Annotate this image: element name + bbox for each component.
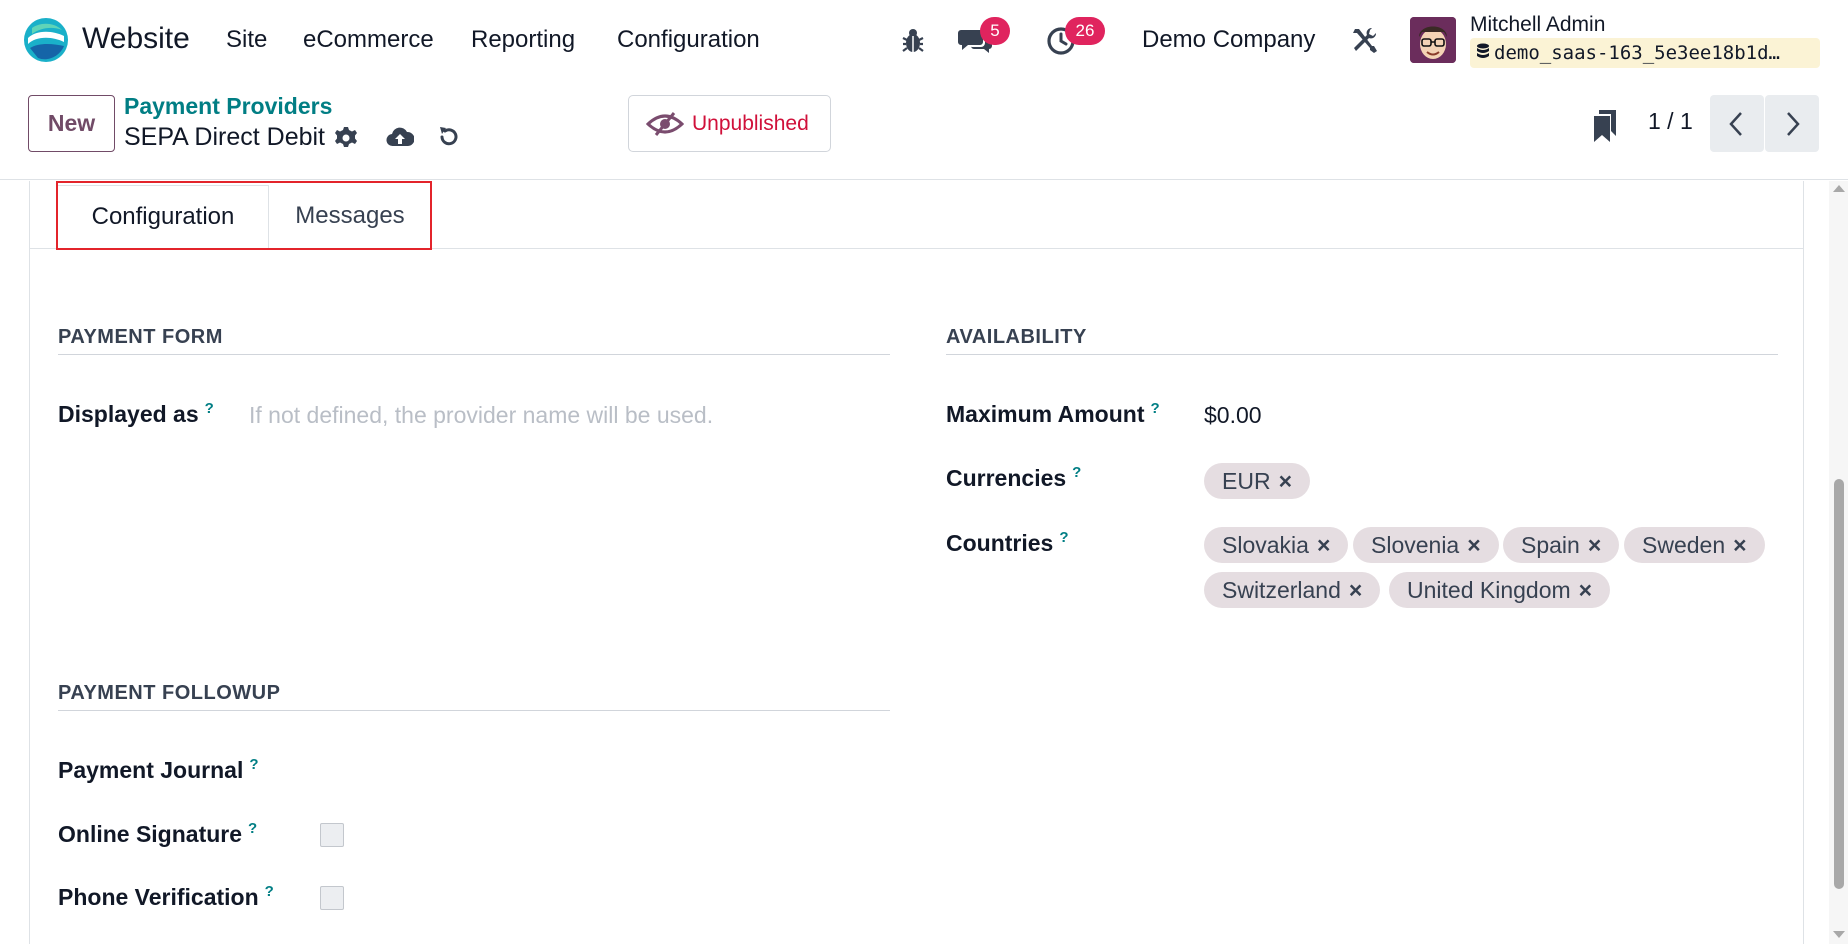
- scroll-up-arrow-icon[interactable]: [1833, 185, 1845, 192]
- help-icon[interactable]: ?: [265, 883, 274, 900]
- menu-ecommerce[interactable]: eCommerce: [303, 26, 434, 54]
- tab-messages[interactable]: Messages: [270, 185, 430, 249]
- help-icon[interactable]: ?: [248, 820, 257, 837]
- online-signature-label: Online Signature?: [58, 820, 257, 848]
- developer-tools-icon[interactable]: [1350, 26, 1378, 54]
- country-tag-slovenia: Slovenia ×: [1353, 527, 1499, 563]
- eye-slash-icon: [646, 112, 684, 136]
- tag-label: EUR: [1222, 468, 1271, 494]
- country-tag-switzerland: Switzerland ×: [1204, 572, 1381, 608]
- phone-verification-checkbox[interactable]: [320, 886, 344, 910]
- website-app-logo[interactable]: [22, 16, 70, 64]
- pager-next-button[interactable]: [1765, 95, 1819, 152]
- bookmarks-icon[interactable]: [1592, 110, 1618, 142]
- scroll-down-arrow-icon[interactable]: [1833, 931, 1845, 938]
- online-signature-checkbox[interactable]: [320, 823, 344, 847]
- help-icon[interactable]: ?: [1059, 529, 1068, 546]
- form-sheet: Configuration Messages PAYMENT FORM Disp…: [29, 181, 1804, 944]
- help-icon[interactable]: ?: [205, 400, 214, 417]
- maximum-amount-label-text: Maximum Amount: [946, 401, 1145, 427]
- notebook-tabs: Configuration Messages: [30, 181, 1803, 249]
- help-icon[interactable]: ?: [1151, 400, 1160, 417]
- payment-form-section-title: PAYMENT FORM: [58, 326, 223, 348]
- maximum-amount-label: Maximum Amount?: [946, 400, 1160, 428]
- payment-followup-divider: [58, 710, 890, 711]
- tag-remove-icon[interactable]: ×: [1317, 532, 1330, 558]
- control-panel: New Payment Providers SEPA Direct Debit …: [0, 80, 1848, 180]
- phone-verification-label: Phone Verification?: [58, 883, 274, 911]
- payment-followup-section-title: PAYMENT FOLLOWUP: [58, 682, 281, 704]
- country-tag-united-kingdom: United Kingdom ×: [1389, 572, 1611, 608]
- tag-label: Slovakia: [1222, 532, 1309, 558]
- tag-label: Slovenia: [1371, 532, 1460, 558]
- scrollbar-thumb[interactable]: [1834, 479, 1844, 889]
- tag-remove-icon[interactable]: ×: [1349, 577, 1362, 603]
- database-name: demo_saas-163_5e3ee18b1d…: [1494, 42, 1780, 64]
- record-title: SEPA Direct Debit: [124, 123, 326, 151]
- online-signature-label-text: Online Signature: [58, 821, 243, 847]
- tag-remove-icon[interactable]: ×: [1733, 532, 1746, 558]
- save-cloud-upload-icon[interactable]: [386, 126, 414, 148]
- help-icon[interactable]: ?: [1072, 464, 1081, 481]
- company-switcher[interactable]: Demo Company: [1142, 26, 1315, 54]
- payment-journal-label: Payment Journal?: [58, 756, 259, 784]
- tag-remove-icon[interactable]: ×: [1467, 532, 1480, 558]
- pager-value[interactable]: 1 / 1: [1648, 108, 1693, 135]
- payment-form-divider: [58, 354, 890, 355]
- tag-remove-icon[interactable]: ×: [1279, 468, 1292, 494]
- publish-status-label: Unpublished: [692, 112, 809, 135]
- tag-remove-icon[interactable]: ×: [1588, 532, 1601, 558]
- tag-label: United Kingdom: [1407, 577, 1571, 603]
- displayed-as-input[interactable]: If not defined, the provider name will b…: [249, 402, 713, 429]
- currency-tag-eur: EUR ×: [1204, 463, 1310, 499]
- menu-reporting[interactable]: Reporting: [471, 26, 575, 54]
- database-icon: [1477, 43, 1489, 58]
- menu-site[interactable]: Site: [226, 26, 267, 54]
- chevron-right-icon: [1787, 112, 1800, 136]
- country-tag-slovakia: Slovakia ×: [1204, 527, 1349, 563]
- countries-label: Countries?: [946, 529, 1069, 557]
- tag-remove-icon[interactable]: ×: [1579, 577, 1592, 603]
- breadcrumb-payment-providers[interactable]: Payment Providers: [124, 93, 332, 120]
- activities-count-badge: 26: [1065, 17, 1105, 45]
- tag-label: Sweden: [1642, 532, 1726, 558]
- new-button[interactable]: New: [28, 95, 115, 152]
- tag-label: Switzerland: [1222, 577, 1341, 603]
- chevron-left-icon: [1729, 112, 1742, 136]
- currencies-label: Currencies?: [946, 464, 1081, 492]
- country-tag-spain: Spain ×: [1503, 527, 1620, 563]
- page-scrollbar[interactable]: [1829, 181, 1848, 944]
- maximum-amount-input[interactable]: $0.00: [1204, 402, 1262, 429]
- menu-configuration[interactable]: Configuration: [617, 26, 760, 54]
- unpublished-toggle-button[interactable]: Unpublished: [628, 95, 831, 152]
- discard-undo-icon[interactable]: [437, 125, 461, 149]
- user-name[interactable]: Mitchell Admin: [1470, 13, 1605, 37]
- help-icon[interactable]: ?: [249, 756, 258, 773]
- displayed-as-label: Displayed as?: [58, 400, 214, 428]
- user-avatar-image: [1410, 17, 1456, 63]
- currencies-label-text: Currencies: [946, 465, 1067, 491]
- tab-configuration[interactable]: Configuration: [57, 185, 269, 249]
- top-navbar: Website Site eCommerce Reporting Configu…: [0, 0, 1848, 80]
- availability-divider: [946, 354, 1778, 355]
- database-badge: demo_saas-163_5e3ee18b1d…: [1470, 38, 1820, 68]
- displayed-as-label-text: Displayed as: [58, 401, 199, 427]
- pager-previous-button[interactable]: [1710, 95, 1764, 152]
- user-avatar[interactable]: [1410, 17, 1456, 63]
- debug-bug-icon[interactable]: [900, 26, 926, 54]
- country-tag-sweden: Sweden ×: [1624, 527, 1765, 563]
- app-name[interactable]: Website: [82, 22, 190, 56]
- availability-section-title: AVAILABILITY: [946, 326, 1087, 348]
- countries-label-text: Countries: [946, 530, 1054, 556]
- phone-verification-label-text: Phone Verification: [58, 884, 259, 910]
- messages-count-badge: 5: [980, 17, 1010, 45]
- tag-label: Spain: [1521, 532, 1580, 558]
- payment-journal-label-text: Payment Journal: [58, 757, 244, 783]
- gear-icon[interactable]: [334, 126, 358, 150]
